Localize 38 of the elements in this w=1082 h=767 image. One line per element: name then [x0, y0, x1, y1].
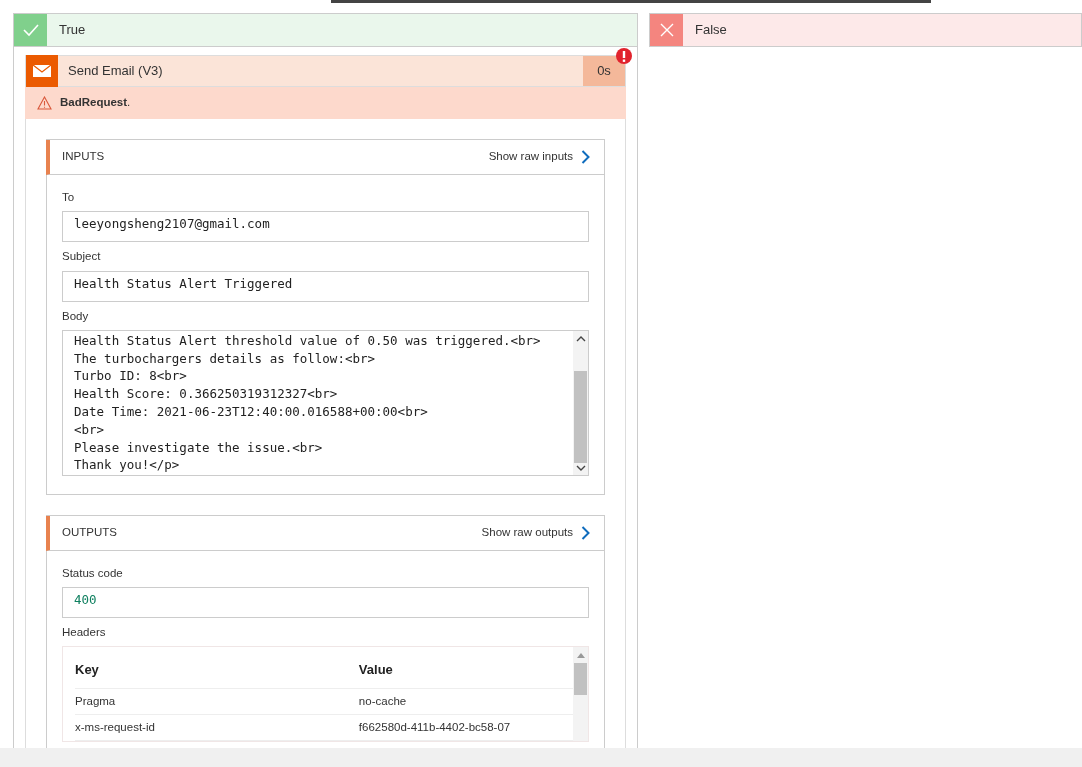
branch-label: True [58, 21, 86, 40]
column-header: Value [358, 661, 394, 679]
table-cell-text: Pragma [75, 694, 117, 710]
field-label: Subject [62, 249, 102, 265]
branch-label: False [694, 21, 727, 40]
error-badge-icon [616, 48, 632, 64]
envelope-icon [32, 63, 52, 79]
chevron-right-icon [581, 525, 590, 540]
vertical-scrollbar[interactable] [573, 647, 588, 742]
section-title: OUTPUTS [62, 525, 117, 541]
duration-label: 0s [583, 56, 625, 86]
value-field: Health Status Alert Triggered [62, 270, 589, 302]
body-text: Health Status Alert threshold value of 0.50 was triggered.<br> The turbochargers details as follow:<br> Turbo ID: 8<br> Health Score: 0.366250319312327<br> Date Time: 2021-06-23T12:40:00.016588+00:00<br> <br> Please investigate the issue.<br> Thank you!</p> [73, 331, 542, 475]
chevron-right-icon [581, 150, 590, 164]
column-header: Key [75, 661, 100, 679]
show-raw-link[interactable]: Show raw inputs [488, 148, 590, 166]
field-label: Headers [62, 625, 107, 640]
value-field: 400 [62, 587, 589, 618]
warning-icon [37, 96, 52, 110]
branch-header[interactable]: True [13, 13, 638, 47]
show-raw-link[interactable]: Show raw outputs [481, 524, 590, 542]
table-cell-text: no-cache [358, 694, 408, 710]
action-title: Send Email (V3) [67, 62, 164, 81]
value-field: leeyongsheng2107@gmail.com [62, 211, 589, 243]
field-label: Status code [62, 565, 124, 581]
table-cell-text: x-ms-request-id [75, 720, 156, 736]
field-label: To [62, 190, 76, 205]
action-header[interactable]: Send Email (V3) 0s [25, 55, 626, 87]
chevron-down-icon[interactable] [575, 463, 586, 472]
triangle-up-icon[interactable] [576, 652, 585, 659]
section-title: INPUTS [62, 149, 105, 165]
table-cell-text: f662580d-411b-4402-bc58-07 [358, 720, 512, 736]
branch-header[interactable]: False [649, 13, 1082, 47]
field-label: Body [62, 308, 90, 324]
error-message: BadRequest. [60, 95, 131, 111]
vertical-scrollbar[interactable] [573, 330, 588, 475]
chevron-up-icon[interactable] [575, 334, 586, 343]
horizontal-scrollbar[interactable] [0, 748, 1082, 767]
